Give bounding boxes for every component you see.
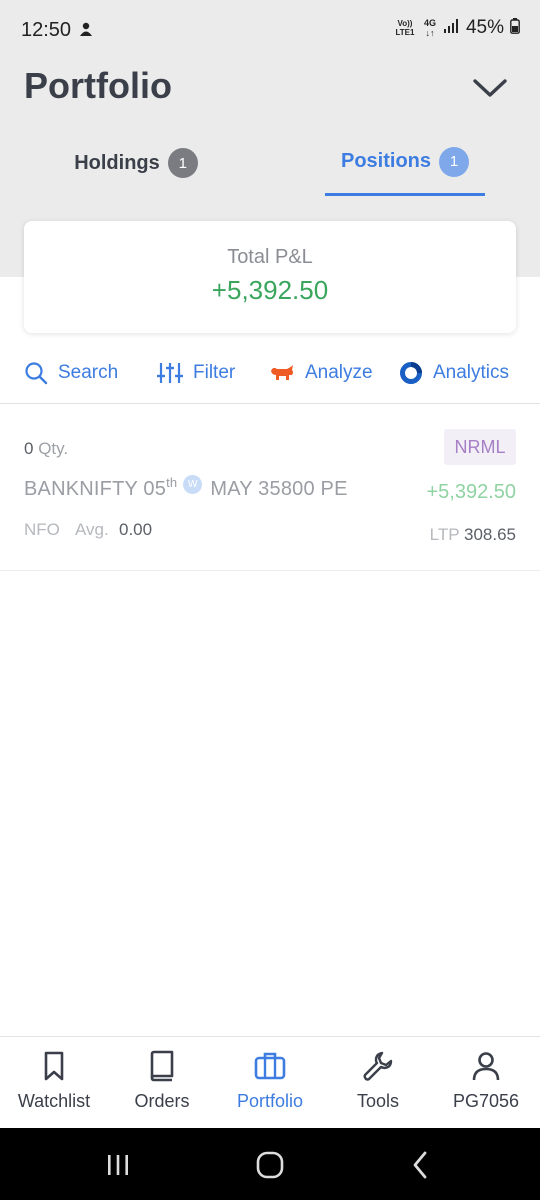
tab-positions-count: 1 xyxy=(439,146,469,177)
status-indicators: Vo)) LTE1 4G ↓↑ 45% xyxy=(394,17,520,39)
position-qty: 0 Qty. xyxy=(24,439,69,458)
position-row[interactable]: 0 Qty. NRML BANKNIFTY 05th W MAY 35800 PE … xyxy=(0,405,540,571)
signal-icon xyxy=(443,18,460,38)
battery-percent: 45% xyxy=(465,17,504,38)
total-pnl-label: Total P&L xyxy=(227,246,313,268)
tab-holdings-label: Holdings xyxy=(74,151,160,174)
system-navigation-bar xyxy=(0,1128,540,1200)
home-icon xyxy=(256,1151,284,1179)
nav-watchlist[interactable]: Watchlist xyxy=(0,1049,108,1112)
bottom-navigation: Watchlist Orders Portfolio Tools PG7056 xyxy=(0,1036,540,1128)
analytics-button[interactable]: Analytics xyxy=(399,358,509,388)
chevron-down-icon xyxy=(473,79,507,97)
nav-tools[interactable]: Tools xyxy=(324,1049,432,1112)
book-icon xyxy=(150,1050,174,1082)
tab-positions-label: Positions xyxy=(340,150,431,172)
back-icon xyxy=(413,1151,427,1179)
volte-indicator: Vo)) LTE1 xyxy=(395,19,415,37)
filter-button[interactable]: Filter xyxy=(157,358,235,388)
wrench-icon xyxy=(363,1051,393,1081)
nav-orders[interactable]: Orders xyxy=(108,1049,216,1112)
bull-icon xyxy=(271,365,293,380)
positions-toolbar: Search Filter Analyze Analytics xyxy=(0,352,540,404)
avg-label: Avg. xyxy=(75,520,109,539)
user-icon xyxy=(472,1052,500,1081)
position-exchange: NFO xyxy=(24,520,60,539)
product-type-badge: NRML xyxy=(444,429,516,465)
total-pnl-card: Total P&L +5,392.50 xyxy=(24,221,516,333)
total-pnl-value: +5,392.50 xyxy=(211,275,329,305)
recent-apps-button[interactable] xyxy=(98,1150,138,1180)
weekly-expiry-badge: W xyxy=(183,475,203,494)
avg-value: 0.00 xyxy=(119,520,153,539)
page-title: Portfolio xyxy=(24,65,172,106)
back-button[interactable] xyxy=(400,1150,440,1180)
tab-positions[interactable]: Positions 1 xyxy=(325,130,485,196)
position-pnl: +5,392.50 xyxy=(426,481,516,503)
nav-profile[interactable]: PG7056 xyxy=(432,1049,540,1112)
battery-icon xyxy=(510,17,520,39)
recent-apps-icon xyxy=(108,1155,128,1175)
tab-holdings[interactable]: Holdings 1 xyxy=(56,130,216,196)
network-type-indicator: 4G ↓↑ xyxy=(423,18,436,38)
home-button[interactable] xyxy=(250,1150,290,1180)
position-symbol: BANKNIFTY 05th W MAY 35800 PE xyxy=(24,475,348,500)
analyze-button[interactable]: Analyze xyxy=(269,358,373,388)
status-time: 12:50 xyxy=(21,19,72,41)
tab-holdings-count: 1 xyxy=(167,148,198,178)
status-bar: 12:50 Vo)) LTE1 4G ↓↑ 45% xyxy=(0,0,540,60)
collapse-button[interactable] xyxy=(470,70,510,106)
briefcase-icon xyxy=(254,1052,286,1080)
search-button[interactable]: Search xyxy=(24,358,118,388)
nav-portfolio[interactable]: Portfolio xyxy=(216,1049,324,1112)
search-icon xyxy=(25,362,48,385)
analytics-ring-icon xyxy=(400,362,422,384)
filter-sliders-icon xyxy=(157,363,183,383)
position-ltp: LTP 308.65 xyxy=(429,525,516,544)
bookmark-icon xyxy=(44,1051,64,1081)
status-notification-icon xyxy=(77,21,95,39)
